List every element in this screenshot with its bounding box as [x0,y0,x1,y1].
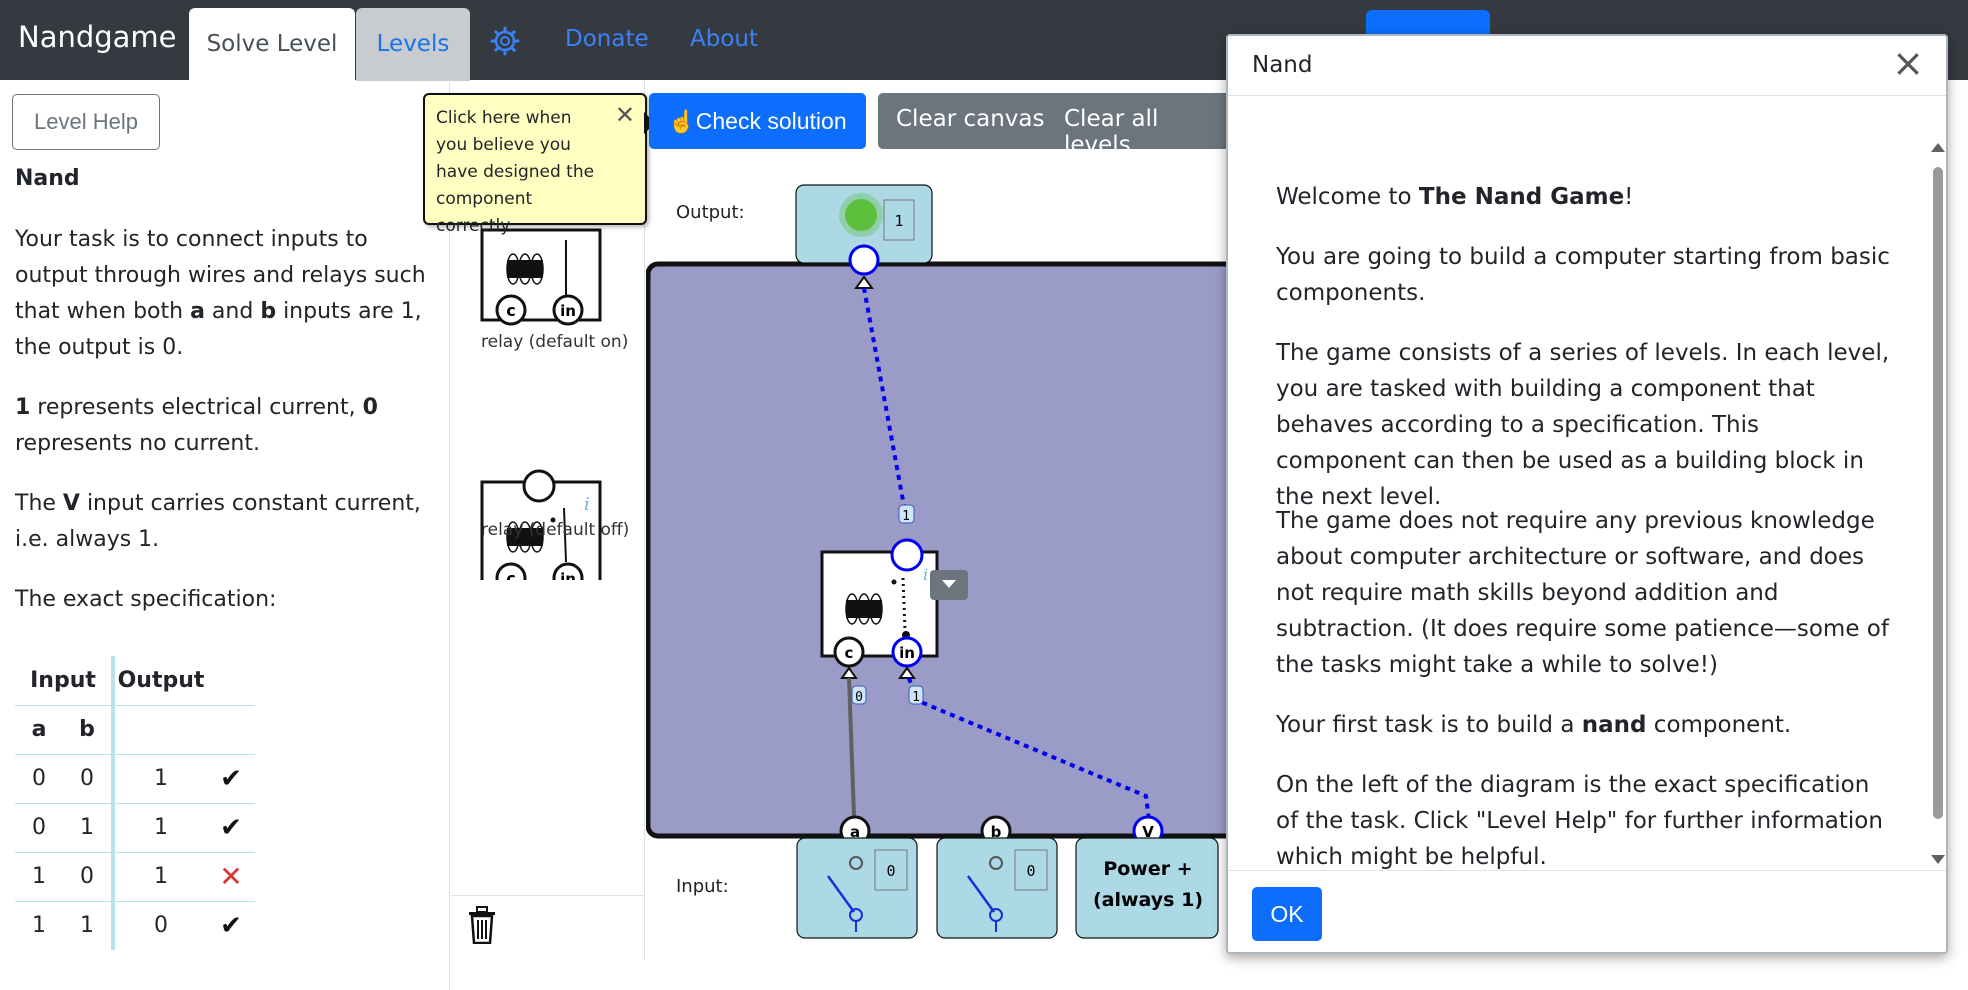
level-title: Nand [15,166,80,191]
relay-out-pin[interactable] [890,538,924,572]
wire-label: 1 [912,690,920,705]
modal-paragraph: Welcome to The Nand Game! [1276,184,1634,210]
level-help-button[interactable]: Level Help [12,94,160,150]
palette-label-relay-on: relay (default on) [481,332,629,352]
check-icon: ✔ [207,753,255,803]
clear-all-levels-button[interactable]: Clear all levels [1064,106,1230,158]
clear-button-group: Clear canvas Clear all levels [878,93,1230,158]
level-panel: Level Help Nand Your task is to connect … [0,80,450,990]
check-icon: ✔ [207,802,255,852]
wire-label: 1 [902,509,910,524]
table-row: 01 1 ✔ [15,802,255,852]
ok-button[interactable]: OK [1252,887,1322,941]
tooltip-text: Click here when you believe you have des… [436,108,595,236]
info-icon[interactable]: i [923,565,928,584]
truth-table: Input Output a b 00 1 ✔ 01 1 ✔ 10 1 ✕ 11 0 ✔ [15,656,255,950]
svg-text:in: in [560,570,576,580]
output-label: Output: [676,202,745,223]
modal-title: Nand [1252,52,1313,78]
svg-text:in: in [899,644,915,662]
output-value: 1 [894,212,903,230]
modal-paragraph: The game does not require any previous k… [1276,508,1889,678]
modal-scrollbar[interactable] [1928,97,1946,870]
truth-table-col-b: b [63,704,111,754]
modal-paragraph: The game consists of a series of levels.… [1276,340,1890,510]
power-node [1075,837,1219,939]
svg-text:i: i [584,494,590,515]
modal-body: Welcome to The Nand Game! You are going … [1228,97,1928,870]
task-description: Your task is to connect inputs to output… [15,227,426,360]
table-row: 11 0 ✔ [15,900,255,950]
modal-header: Nand × [1228,36,1946,96]
brand[interactable]: Nandgame [18,20,177,54]
close-icon[interactable]: × [1890,44,1926,82]
circuit-board[interactable] [646,261,1246,839]
scroll-thumb[interactable] [1933,167,1943,819]
intro-modal: Nand × Welcome to The Nand Game! You are… [1226,34,1948,954]
scroll-up-icon[interactable] [1931,143,1945,152]
svg-text:c: c [845,644,854,662]
cross-icon: ✕ [207,851,255,901]
spec-heading: The exact specification: [15,587,277,612]
tab-levels[interactable]: Levels [356,8,470,81]
thumbs-up-icon: ☝ [668,108,696,134]
input-label: Input: [676,876,729,897]
table-row: 00 1 ✔ [15,753,255,803]
relay-default-off-item[interactable]: i c in [451,380,645,580]
modal-footer: OK [1228,870,1946,954]
svg-text:c: c [506,569,515,580]
donate-link[interactable]: Donate [565,26,649,52]
output-pin[interactable] [848,244,880,276]
modal-paragraph: Your first task is to build a nand compo… [1276,712,1792,738]
input-a-value: 0 [886,862,895,880]
power-label-sub: (always 1) [1093,889,1203,911]
truth-table-col-a: a [15,704,63,754]
check-solution-tooltip: Click here when you believe you have des… [423,93,647,236]
wire-label: 0 [855,690,863,705]
power-label: Power + [1103,858,1192,880]
scroll-down-icon[interactable] [1931,855,1945,864]
clear-canvas-button[interactable]: Clear canvas [896,106,1044,132]
current-description: 1 represents electrical current, 0 repre… [15,395,378,456]
check-solution-button[interactable]: ☝Check solution [649,93,866,149]
truth-table-output-header: Output [117,667,205,693]
modal-paragraph: On the left of the diagram is the exact … [1276,772,1883,870]
svg-text:c: c [506,301,515,320]
check-icon: ✔ [207,900,255,950]
modal-paragraph: You are going to build a computer starti… [1276,244,1890,306]
palette-divider [451,895,645,896]
v-input-description: The V input carries constant current, i.… [15,491,421,552]
truth-table-input-header: Input [30,667,96,693]
input-b-value: 0 [1026,862,1035,880]
navbar-button-partial[interactable] [1366,10,1490,34]
gear-icon[interactable] [490,26,520,56]
circuit-canvas[interactable]: 1 1 i c in 0 1 a b V 0 0 Power + (always… [646,160,1246,960]
about-link[interactable]: About [690,26,758,52]
close-icon[interactable]: ✕ [615,103,635,127]
svg-text:in: in [560,302,576,320]
palette-label-relay-off: relay (default off) [481,520,630,540]
table-row: 10 1 ✕ [15,851,255,901]
tab-solve-level[interactable]: Solve Level [189,8,355,81]
trash-icon[interactable] [467,906,497,944]
